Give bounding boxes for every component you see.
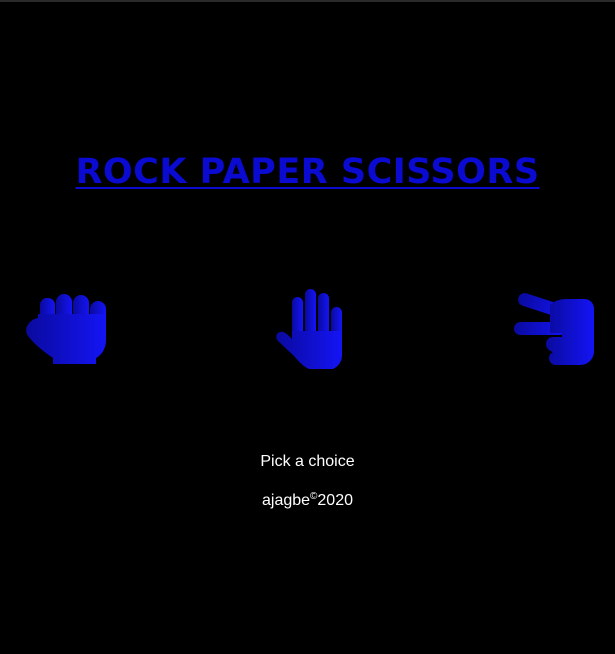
- footer-credit: ajagbe©2020: [0, 491, 615, 511]
- hand-paper-icon: [276, 289, 342, 369]
- game-page: ROCK PAPER SCISSORS Pick a choice ajagbe…: [0, 0, 615, 654]
- hand-fist-icon: [26, 294, 106, 364]
- scissors-choice-button[interactable]: [512, 293, 596, 367]
- game-title: ROCK PAPER SCISSORS: [75, 152, 540, 192]
- footer-year: 2020: [317, 492, 353, 509]
- footer-author: ajagbe: [261, 492, 311, 509]
- paper-choice-button[interactable]: [275, 287, 349, 371]
- rock-choice-button[interactable]: [26, 292, 110, 366]
- hand-scissors-icon: [514, 293, 594, 365]
- status-message: Pick a choice: [260, 453, 355, 470]
